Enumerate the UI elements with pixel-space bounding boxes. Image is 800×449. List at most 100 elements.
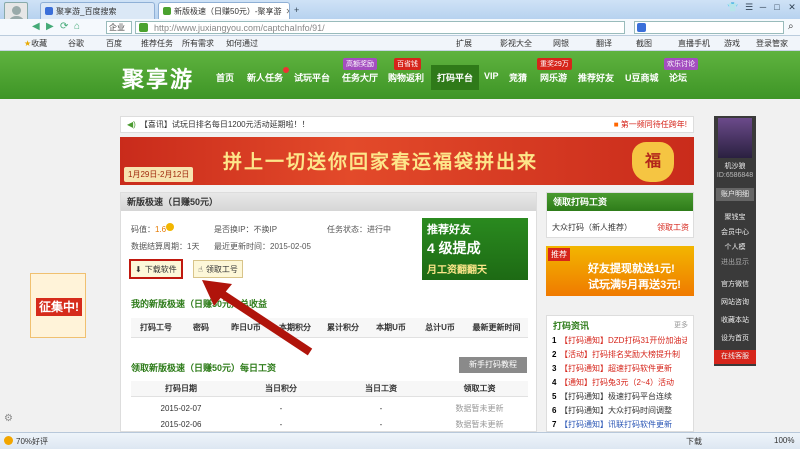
bookmark-google[interactable]: 谷歌 [68,38,84,49]
sidebar-item-logout[interactable]: 进出显示 [714,257,756,267]
user-avatar[interactable] [718,118,752,158]
nav-forum[interactable]: 论坛 [669,71,687,84]
nav-captcha-platform[interactable]: 打码平台 [431,65,480,90]
forward-icon[interactable]: ▶ [46,21,54,32]
newbie-tutorial-button[interactable]: 新手打码教程 [459,357,527,373]
list-item[interactable]: 3 【打码通知】超速打码软件更新 [552,363,687,374]
address-input[interactable]: http://www.juxiangyou.com/captchaInfo/91… [135,21,625,34]
banner-date: 1月29日-2月12日 [124,167,194,182]
tool-live-phone[interactable]: 直播手机 [678,38,710,49]
nav-newbie-tasks[interactable]: 新人任务 [247,71,283,84]
status-rating[interactable]: 70%好评 [16,436,48,447]
tool-extensions[interactable]: 扩展 [456,38,472,49]
account-detail-button[interactable]: 账户明细 [716,188,754,201]
recruit-float-ad[interactable]: 征集中! [30,273,86,338]
bookmark-recommended-tasks[interactable]: 推荐任务 [141,38,173,49]
maximize-icon[interactable]: □ [770,2,784,14]
bookmark-how-to-pass[interactable]: 如何通过 [226,38,258,49]
nav-task-hall[interactable]: 任务大厅 [342,71,378,84]
home-icon[interactable]: ⌂ [74,21,80,32]
download-status[interactable]: 下载 [686,436,702,447]
invite-friends-promo[interactable]: 推荐好友 4 级提成 月工资翻翻天 [422,218,528,280]
nav-wangle-game[interactable]: 网乐游 [540,71,567,84]
coin-icon [166,223,174,231]
list-item[interactable]: 6 【打码通知】大众打码时间调整 [552,405,687,416]
cycle-meta: 数据结算周期：1天 [131,242,200,251]
nav-badge-shop: 百省钱 [394,58,421,70]
zoom-level[interactable]: 100% [774,436,794,445]
list-item[interactable]: 5 【打码通知】极速打码平台连续 [552,391,687,402]
tool-login-manager[interactable]: 登录管家 [756,38,788,49]
browser-status-bar [0,432,800,449]
tool-screenshot[interactable]: 截图 [636,38,652,49]
get-wage-link[interactable]: 领取工资 [657,222,689,233]
bookmark-favorites[interactable]: ★收藏 [24,38,47,49]
friend-promo-banner[interactable]: 推荐 好友提现就送1元! 试玩满5月再送3元! [546,246,694,296]
tool-translate[interactable]: 翻译 [596,38,612,49]
new-tab-icon[interactable]: + [294,5,299,15]
sidebar-user-id: ID:6586848 [716,172,754,179]
nav-u-mall[interactable]: U豆商城 [625,71,659,84]
nav-trial-platform[interactable]: 试玩平台 [294,71,330,84]
close-window-icon[interactable]: ✕ [785,2,799,14]
total-table-header: 打码工号 密码 昨日U币 本期积分 累计积分 本期U币 总计U币 最新更新时间 [131,318,528,338]
search-input[interactable] [634,21,784,34]
browser-tab-2-active[interactable]: 新版极速（日赚50元）-聚享游 ✕ [158,2,290,19]
news-more-link[interactable]: 更多 [674,320,688,330]
search-engine-icon[interactable] [637,23,646,32]
sidebar-item-customer-service[interactable]: 在线客服 [714,350,756,364]
browser-tab-1[interactable]: 聚享游_百度搜索 [40,2,155,19]
tab-title: 聚享游_百度搜索 [56,6,117,16]
site-favicon-icon [139,23,148,32]
tool-games[interactable]: 游戏 [724,38,740,49]
daily-wage-title: 领取新版极速（日赚50元）每日工资 [131,363,277,373]
job-item: 大众打码（新人推荐） [552,223,632,232]
sidebar-item-bookmark[interactable]: 收藏本站 [714,315,756,325]
nav-invite-friends[interactable]: 推荐好友 [578,71,614,84]
sidebar-item-wallet[interactable]: 聚钱宝 [714,212,756,222]
bookmark-all-needs[interactable]: 所有需求 [182,38,214,49]
back-icon[interactable]: ◀ [32,21,40,32]
banner-title: 拼上一切送你回家春运福袋拼出来 [223,152,539,173]
minimize-icon[interactable]: ─ [756,2,770,14]
tool-video[interactable]: 影视大全 [500,38,532,49]
settings-gear-icon[interactable]: ⚙ [4,413,13,424]
speaker-icon: ◀) [127,120,136,129]
list-item[interactable]: 4 【通知】打码兔3元（2~4）活动 [552,377,687,388]
lucky-bag-icon: 福 [632,142,674,182]
search-icon[interactable]: ⌕ [788,21,794,32]
notice-right-link[interactable]: ■ 第一频同待任跨年! [614,119,687,130]
price-meta: 码值：1.6 [131,225,167,234]
table-row: 2015-02-06 - - 数据暂未更新 [160,419,504,429]
sidebar-item-consult[interactable]: 网站咨询 [714,297,756,307]
juxiangyou-favicon-icon [163,7,171,15]
tool-bank[interactable]: 网银 [553,38,569,49]
sidebar-item-personal[interactable]: 个人模 [714,242,756,252]
get-job-number-button[interactable]: ☝ 领取工号 [193,260,243,278]
list-item[interactable]: 1 【打码通知】DZD打码31开份加油话 [552,335,687,346]
nav-home[interactable]: 首页 [216,71,234,84]
skin-icon[interactable]: 👕 [726,2,740,14]
baidu-favicon-icon [45,7,53,15]
daily-table-header: 打码日期 当日积分 当日工资 领取工资 [131,381,528,397]
nav-guess[interactable]: 竞猜 [509,71,527,84]
browser-mode-button[interactable]: 企业 [106,21,132,34]
notice-text[interactable]: 【喜讯】试玩日排名每日1200元活动延期啦！！ [140,119,310,130]
list-item[interactable]: 2 【活动】打码排名奖励大榜提升制 [552,349,687,360]
download-software-button[interactable]: ⬇ 下载软件 [129,259,183,279]
updated-meta: 最近更新时间：2015-02-05 [214,242,311,251]
bookmark-baidu[interactable]: 百度 [106,38,122,49]
tab-title: 新版极速（日赚50元）-聚享游 [174,6,282,16]
list-item[interactable]: 7 【打码通知】讯联打码软件更新 [552,419,687,430]
nav-vip[interactable]: VIP [484,71,499,81]
nav-shopping-rebate[interactable]: 购物返利 [388,71,424,84]
refresh-icon[interactable]: ⟳ [60,21,68,32]
close-tab-icon[interactable]: ✕ [286,7,289,16]
sidebar-item-member-center[interactable]: 会员中心 [714,227,756,237]
sidebar-username: 机沙狼 [724,163,746,170]
promo-banner[interactable]: 1月29日-2月12日 拼上一切送你回家春运福袋拼出来 福 [120,137,694,185]
site-logo[interactable]: 聚享游 [122,62,194,94]
sidebar-item-homepage[interactable]: 设为首页 [714,333,756,343]
sidebar-item-wechat[interactable]: 官方微信 [714,279,756,289]
menu-icon[interactable]: ☰ [742,2,756,14]
